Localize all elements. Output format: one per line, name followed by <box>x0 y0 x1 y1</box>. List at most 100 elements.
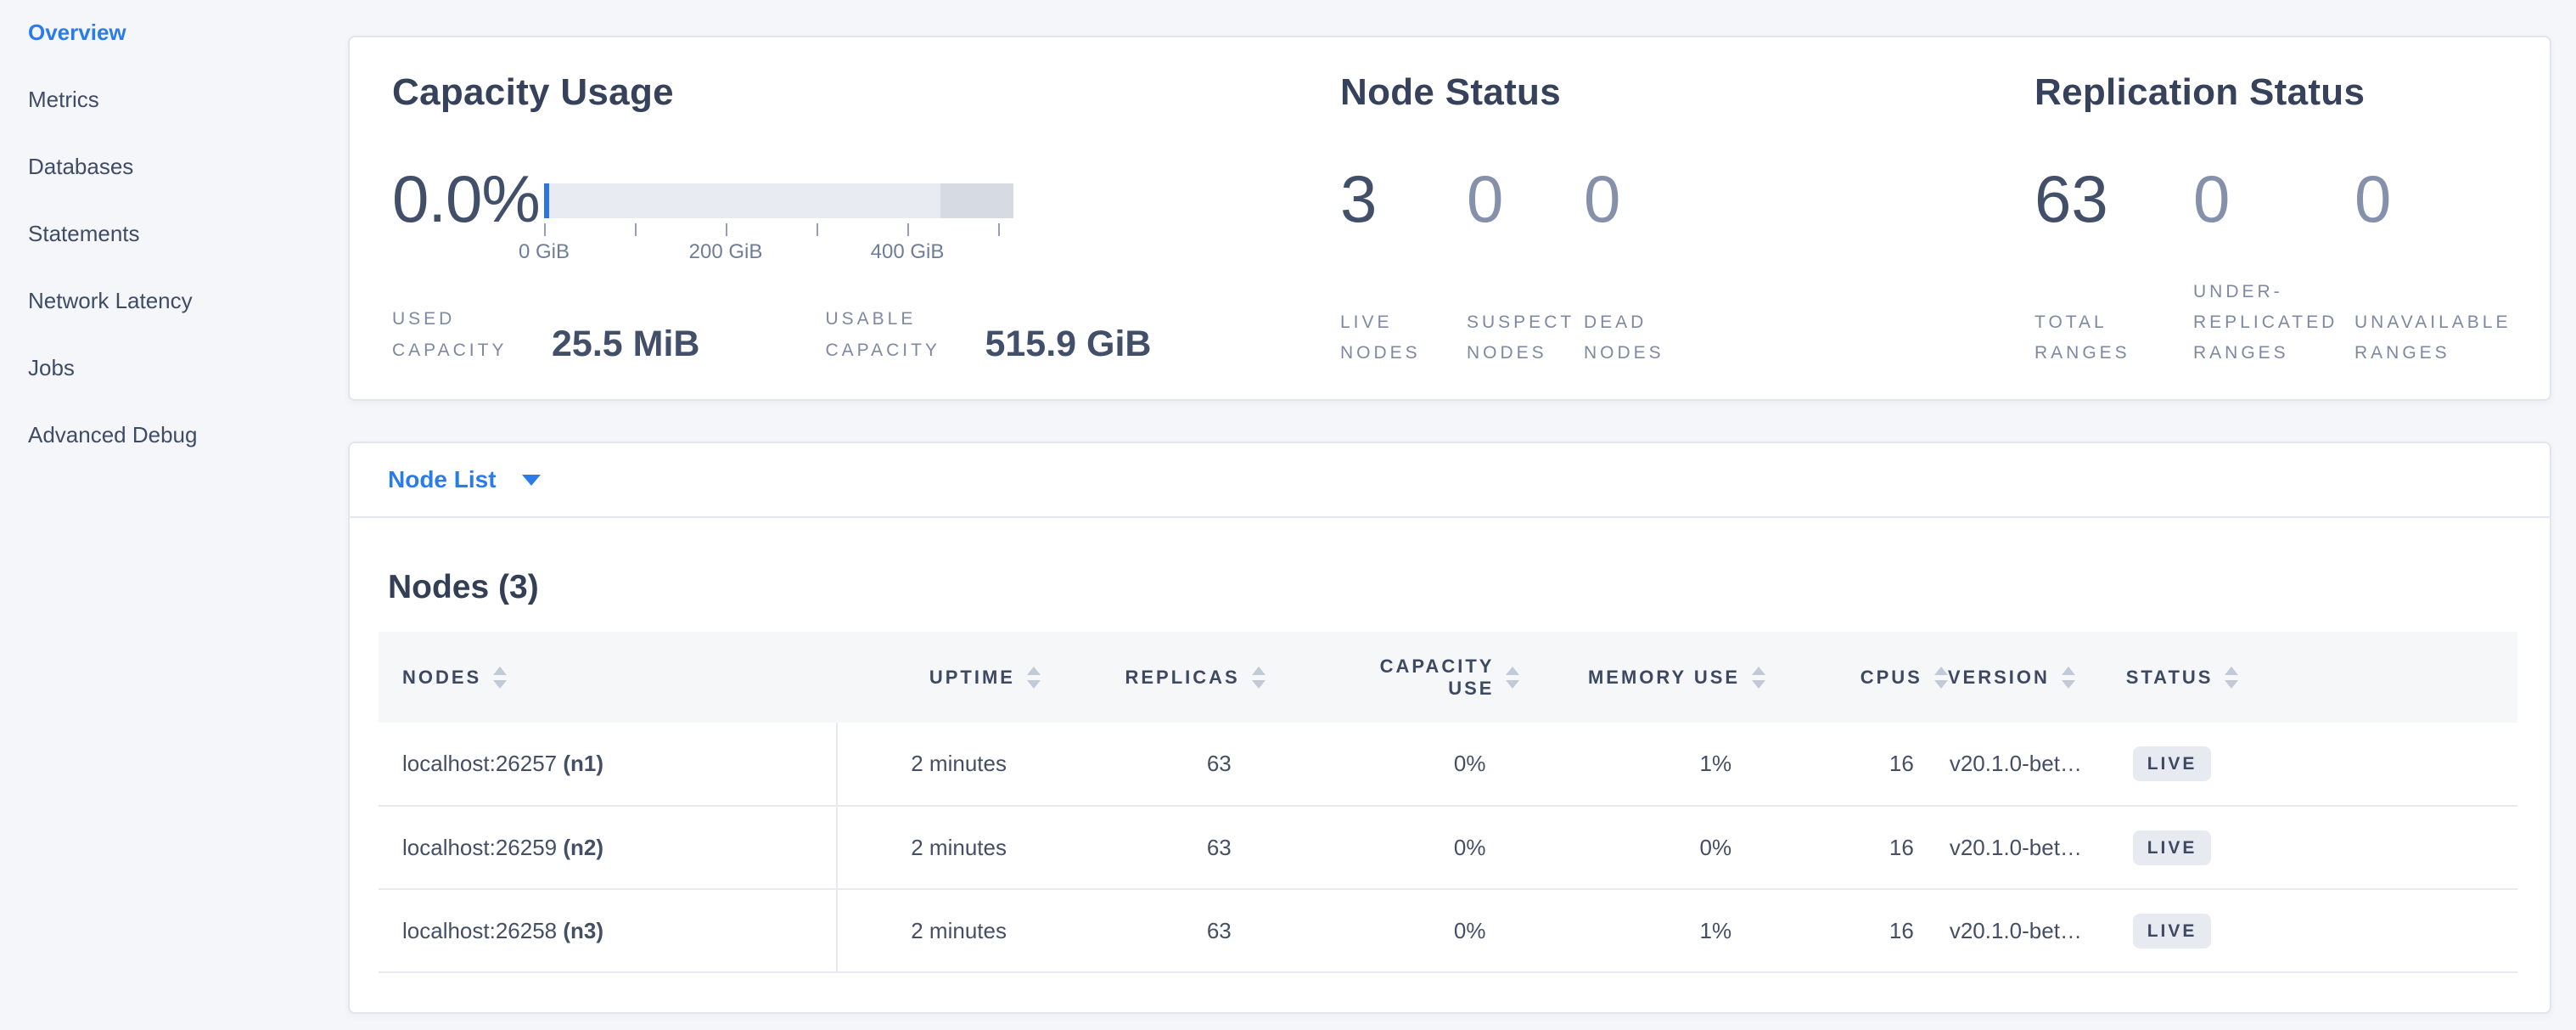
column-header-cpus[interactable]: CPUS <box>1765 632 1948 723</box>
node-status-title: Node Status <box>1340 71 1561 114</box>
cpus-cell: 16 <box>1765 723 1948 806</box>
sidebar-item-advanced-debug[interactable]: Advanced Debug <box>0 423 348 447</box>
sort-icon[interactable] <box>2225 667 2238 689</box>
status-cell: LIVE <box>2126 723 2517 806</box>
axis-label: 0 GiB <box>519 240 570 264</box>
total-ranges-value: 63 <box>2034 165 2193 234</box>
status-cell: LIVE <box>2126 806 2517 889</box>
version-cell: v20.1.0-bet… <box>1948 723 2126 806</box>
under-replicated-ranges-label: UNDER-REPLICATED RANGES <box>2193 277 2336 369</box>
column-header-status[interactable]: STATUS <box>2126 632 2517 723</box>
live-nodes-value: 3 <box>1340 165 1467 234</box>
used-capacity-stat: USED CAPACITY 25.5 MiB <box>392 303 699 366</box>
node-status-section: Node Status 3 LIVE NODES 0 SUSPECT NODES… <box>1340 37 2019 399</box>
status-badge: LIVE <box>2133 914 2212 948</box>
column-header-version[interactable]: VERSION <box>1948 632 2126 723</box>
node-address-cell: localhost:26259 (n2) <box>379 806 837 889</box>
node-list-dropdown-label: Node List <box>388 466 497 493</box>
column-header-uptime[interactable]: UPTIME <box>837 632 1041 723</box>
status-cell: LIVE <box>2126 889 2517 972</box>
axis-label: 200 GiB <box>689 240 763 264</box>
replicas-cell: 63 <box>1041 723 1266 806</box>
nodes-heading: Nodes (3) <box>388 569 2550 606</box>
dead-nodes-value: 0 <box>1584 165 1720 234</box>
total-ranges-label: TOTAL RANGES <box>2034 307 2177 369</box>
usable-capacity-stat: USABLE CAPACITY 515.9 GiB <box>825 303 1151 366</box>
suspect-nodes-value: 0 <box>1467 165 1584 234</box>
unavailable-ranges-value: 0 <box>2354 165 2544 234</box>
memory-use-cell: 1% <box>1519 889 1765 972</box>
node-address-cell: localhost:26258 (n3) <box>379 889 837 972</box>
total-ranges-stat: 63 TOTAL RANGES <box>2034 165 2193 369</box>
node-address-cell: localhost:26257 (n1) <box>379 723 837 806</box>
sidebar-item-metrics[interactable]: Metrics <box>0 87 348 111</box>
sort-icon[interactable] <box>493 667 507 689</box>
capacity-gauge-reserved-segment <box>940 183 1013 218</box>
replication-status-section: Replication Status 63 TOTAL RANGES 0 UND… <box>2034 37 2544 399</box>
sidebar-item-statements[interactable]: Statements <box>0 222 348 245</box>
under-replicated-ranges-stat: 0 UNDER-REPLICATED RANGES <box>2193 165 2354 369</box>
live-nodes-stat: 3 LIVE NODES <box>1340 165 1467 369</box>
version-cell: v20.1.0-bet… <box>1948 889 2126 972</box>
column-header-nodes[interactable]: NODES <box>379 632 837 723</box>
sort-icon[interactable] <box>1506 667 1519 689</box>
sidebar-item-jobs[interactable]: Jobs <box>0 356 348 380</box>
capacity-use-cell: 0% <box>1266 723 1520 806</box>
unavailable-ranges-stat: 0 UNAVAILABLE RANGES <box>2354 165 2544 369</box>
capacity-use-cell: 0% <box>1266 806 1520 889</box>
under-replicated-ranges-value: 0 <box>2193 165 2354 234</box>
node-list-dropdown[interactable]: Node List <box>388 466 541 493</box>
capacity-gauge-bar <box>544 183 1013 218</box>
dead-nodes-stat: 0 DEAD NODES <box>1584 165 1720 369</box>
status-badge: LIVE <box>2133 746 2212 781</box>
sort-icon[interactable] <box>1934 667 1948 689</box>
uptime-cell: 2 minutes <box>837 723 1041 806</box>
sort-icon[interactable] <box>1252 667 1266 689</box>
version-cell: v20.1.0-bet… <box>1948 806 2126 889</box>
chevron-down-icon[interactable] <box>522 475 541 486</box>
node-list-card: Node List Nodes (3) NODES UPTIME R <box>348 442 2551 1014</box>
used-capacity-label: USED CAPACITY <box>392 303 552 366</box>
used-capacity-value: 25.5 MiB <box>552 326 699 366</box>
nodes-table: NODES UPTIME REPLICAS CAPACITY USE MEMOR… <box>379 632 2517 973</box>
sidebar-item-overview[interactable]: Overview <box>0 20 348 44</box>
uptime-cell: 2 minutes <box>837 889 1041 972</box>
suspect-nodes-label: SUSPECT NODES <box>1467 307 1579 369</box>
sidebar-item-network-latency[interactable]: Network Latency <box>0 289 348 312</box>
usable-capacity-label: USABLE CAPACITY <box>825 303 985 366</box>
cpus-cell: 16 <box>1765 806 1948 889</box>
sort-icon[interactable] <box>1752 667 1765 689</box>
capacity-usage-title: Capacity Usage <box>392 71 674 114</box>
usable-capacity-value: 515.9 GiB <box>985 326 1151 366</box>
live-nodes-label: LIVE NODES <box>1340 307 1452 369</box>
column-header-memory-use[interactable]: MEMORY USE <box>1519 632 1765 723</box>
capacity-gauge-ticks <box>544 222 1013 237</box>
uptime-cell: 2 minutes <box>837 806 1041 889</box>
capacity-gauge-used-marker <box>544 183 549 218</box>
table-row: localhost:26257 (n1) 2 minutes 63 0% 1% … <box>379 723 2517 806</box>
capacity-usage-section: Capacity Usage 0.0% 0 GiB 200 <box>392 37 1334 399</box>
column-header-capacity-use[interactable]: CAPACITY USE <box>1266 632 1520 723</box>
capacity-use-cell: 0% <box>1266 889 1520 972</box>
status-badge: LIVE <box>2133 830 2212 865</box>
cpus-cell: 16 <box>1765 889 1948 972</box>
memory-use-cell: 0% <box>1519 806 1765 889</box>
axis-label: 400 GiB <box>871 240 945 264</box>
sort-icon[interactable] <box>2062 667 2075 689</box>
memory-use-cell: 1% <box>1519 723 1765 806</box>
column-header-replicas[interactable]: REPLICAS <box>1041 632 1266 723</box>
unavailable-ranges-label: UNAVAILABLE RANGES <box>2354 307 2544 369</box>
cluster-summary-card: Capacity Usage 0.0% 0 GiB 200 <box>348 36 2551 401</box>
sidebar-item-databases[interactable]: Databases <box>0 155 348 178</box>
replicas-cell: 63 <box>1041 806 1266 889</box>
table-row: localhost:26258 (n3) 2 minutes 63 0% 1% … <box>379 889 2517 972</box>
capacity-gauge-axis-labels: 0 GiB 200 GiB 400 GiB <box>544 240 1013 266</box>
capacity-gauge: 0 GiB 200 GiB 400 GiB <box>544 165 1013 266</box>
replication-status-title: Replication Status <box>2034 71 2365 114</box>
table-row: localhost:26259 (n2) 2 minutes 63 0% 0% … <box>379 806 2517 889</box>
sidebar: Overview Metrics Databases Statements Ne… <box>0 0 348 1030</box>
sort-icon[interactable] <box>1027 667 1041 689</box>
suspect-nodes-stat: 0 SUSPECT NODES <box>1467 165 1584 369</box>
replicas-cell: 63 <box>1041 889 1266 972</box>
dead-nodes-label: DEAD NODES <box>1584 307 1696 369</box>
